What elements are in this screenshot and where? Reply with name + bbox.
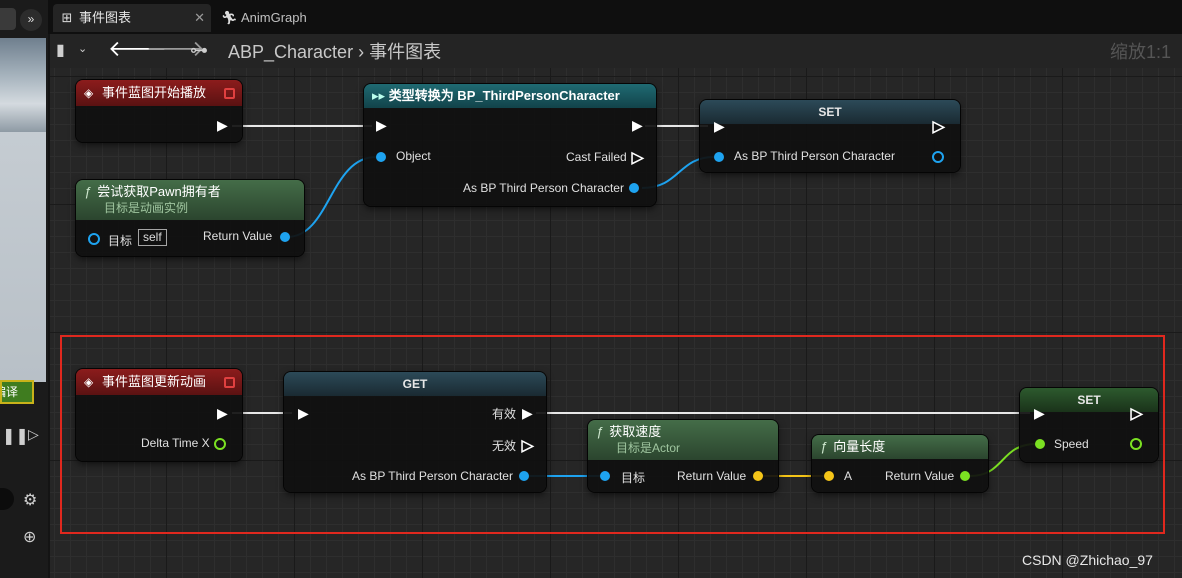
node-event-begin-play[interactable]: 事件蓝图开始播放 ◈ ▶ [76, 80, 242, 142]
node-cast-to-character[interactable]: ▸▸ 类型转换为 BP_ThirdPersonCharacter ▶ ▶ Obj… [364, 84, 656, 206]
target-pin[interactable] [600, 471, 610, 481]
delta-time-pin[interactable] [214, 438, 226, 450]
exec-out-pin[interactable]: ▶ [632, 118, 643, 132]
exec-out-pin[interactable]: ▶ [217, 118, 228, 132]
node-vector-length[interactable]: ƒ 向量长度 A Return Value [812, 435, 988, 492]
node-get-validated[interactable]: GET ▶ 有效 ▶ 无效 ▶ As BP Third Person Chara… [284, 372, 546, 492]
delegate-pin-icon[interactable] [224, 377, 235, 388]
speed-in-pin[interactable] [1035, 439, 1045, 449]
node-set-character[interactable]: SET ▶ ▶ As BP Third Person Character [700, 100, 960, 172]
event-diamond-icon: ◈ [84, 375, 94, 389]
pin-label-delta-time: Delta Time X [141, 436, 210, 450]
valid-exec-pin[interactable]: ▶ [522, 406, 533, 420]
pin-label-return: Return Value [203, 229, 273, 243]
exec-in-pin[interactable]: ▶ [298, 406, 309, 420]
object-pin[interactable] [376, 152, 386, 162]
speed-out-pin[interactable] [1130, 438, 1142, 450]
node-title: 获取速度 [609, 424, 662, 439]
return-value-pin[interactable] [960, 471, 970, 481]
node-set-speed[interactable]: SET ▶ ▶ Speed [1020, 388, 1158, 462]
node-get-velocity[interactable]: ƒ 获取速度 目标是Actor 目标 Return Value [588, 420, 778, 492]
cast-failed-pin[interactable]: ▶ [631, 149, 643, 165]
node-subtitle: 目标是动画实例 [104, 201, 189, 215]
node-header: 事件蓝图更新动画 [76, 369, 242, 395]
exec-in-pin[interactable]: ▶ [714, 119, 725, 133]
a-pin[interactable] [824, 471, 834, 481]
pin-label-valid: 有效 [492, 407, 517, 421]
node-try-get-pawn-owner[interactable]: ƒ 尝试获取Pawn拥有者 目标是动画实例 目标 self Return Valu… [76, 180, 304, 256]
node-subtitle: 目标是Actor [616, 441, 681, 455]
node-event-update-animation[interactable]: 事件蓝图更新动画 ◈ ▶ Delta Time X [76, 369, 242, 461]
pin-label-target: 目标 [621, 471, 646, 485]
pin-label-invalid: 无效 [492, 439, 517, 453]
node-title: 尝试获取Pawn拥有者 [97, 184, 221, 199]
watermark: CSDN @Zhichao_97 [1022, 552, 1153, 568]
function-icon: ƒ [596, 424, 604, 439]
node-header: SET [700, 100, 960, 124]
node-header: ▸▸ 类型转换为 BP_ThirdPersonCharacter [364, 84, 656, 108]
pin-label-a: A [844, 469, 853, 483]
pin-label-as-character: As BP Third Person Character [734, 149, 895, 163]
node-title: 事件蓝图更新动画 [102, 374, 207, 389]
exec-in-pin[interactable]: ▶ [376, 118, 387, 132]
target-pin[interactable] [88, 233, 100, 245]
event-diamond-icon: ◈ [84, 86, 94, 100]
node-title: 向量长度 [833, 439, 886, 454]
pin-label-object: Object [396, 149, 431, 163]
function-icon: ƒ [84, 184, 92, 199]
object-pin[interactable] [714, 152, 724, 162]
self-value-box[interactable]: self [138, 229, 167, 246]
as-character-pin[interactable] [629, 183, 639, 193]
return-value-pin[interactable] [753, 471, 763, 481]
node-header: ƒ 获取速度 目标是Actor [588, 420, 778, 460]
pin-label-return: Return Value [677, 469, 747, 483]
node-header: GET [284, 372, 546, 396]
node-header: 事件蓝图开始播放 [76, 80, 242, 106]
object-in-pin[interactable] [519, 471, 529, 481]
object-out-pin[interactable] [932, 151, 944, 163]
delegate-pin-icon[interactable] [224, 88, 235, 99]
pin-label-cast-failed: Cast Failed [566, 150, 627, 164]
pin-label-input: As BP Third Person Character [352, 469, 513, 483]
exec-in-pin[interactable]: ▶ [1034, 406, 1045, 420]
pin-label-return: Return Value [885, 469, 955, 483]
pin-label-target: 目标 [108, 234, 133, 248]
cast-arrow-icon: ▸▸ [372, 88, 386, 103]
function-icon: ƒ [820, 439, 828, 454]
node-header: ƒ 尝试获取Pawn拥有者 目标是动画实例 [76, 180, 304, 220]
exec-out-pin[interactable]: ▶ [932, 118, 944, 134]
node-header: ƒ 向量长度 [812, 435, 988, 459]
pin-label-speed: Speed [1054, 437, 1089, 451]
pin-label-as-character: As BP Third Person Character [463, 181, 624, 195]
exec-out-pin[interactable]: ▶ [217, 406, 228, 420]
return-value-pin[interactable] [280, 232, 290, 242]
node-title: 类型转换为 BP_ThirdPersonCharacter [388, 88, 620, 103]
invalid-exec-pin[interactable]: ▶ [521, 437, 533, 453]
node-title: 事件蓝图开始播放 [102, 85, 207, 100]
exec-out-pin[interactable]: ▶ [1130, 405, 1142, 421]
